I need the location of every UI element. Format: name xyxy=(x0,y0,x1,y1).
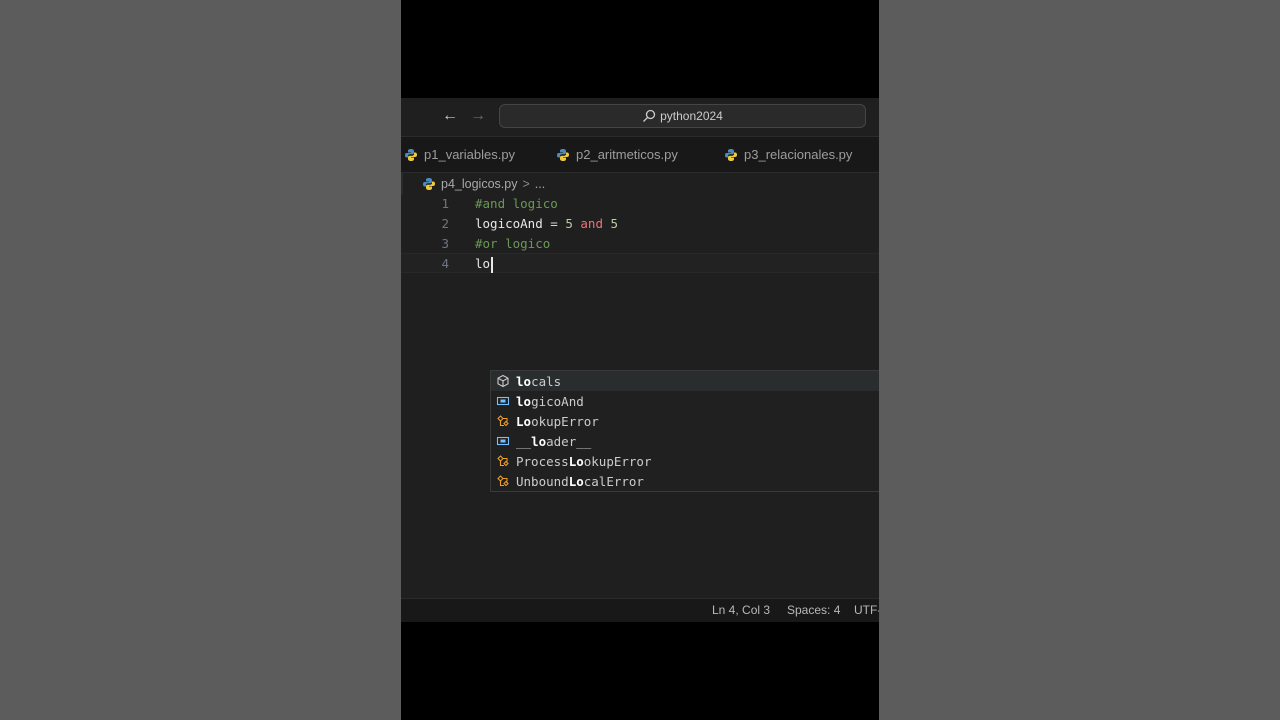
breadcrumb: p4_logicos.py > ... xyxy=(401,173,879,195)
python-icon xyxy=(405,148,417,161)
class-icon xyxy=(495,453,511,469)
python-icon xyxy=(557,148,569,161)
breadcrumb-file[interactable]: p4_logicos.py xyxy=(441,177,517,191)
tab-p1-variables[interactable]: p1_variables.py xyxy=(404,137,515,172)
suggestion-item[interactable]: Lo okupError xyxy=(491,411,879,431)
line-number: 4 xyxy=(441,256,449,271)
tab-p2-aritmeticos[interactable]: p2_aritmeticos.py xyxy=(556,137,678,172)
tab-bar: p1_variables.py p2_aritmeticos.py p3_rel… xyxy=(401,137,879,173)
suggestion-item[interactable]: Unbound Lo calError xyxy=(491,471,879,491)
line-number: 2 xyxy=(441,216,449,231)
number-token: 5 xyxy=(610,216,619,231)
identifier-token: logicoAnd xyxy=(475,216,543,231)
cursor-position[interactable]: Ln 4, Col 3 xyxy=(712,599,770,622)
suggestion-item[interactable]: __ lo ader__ xyxy=(491,431,879,451)
number-token: 5 xyxy=(565,216,573,231)
line-number: 3 xyxy=(441,236,449,251)
comment-token: #or logico xyxy=(475,236,551,251)
variable-icon xyxy=(495,393,511,409)
search-text: python2024 xyxy=(660,109,723,123)
breadcrumb-more[interactable]: ... xyxy=(535,177,545,191)
tab-label: p3_relacionales.py xyxy=(744,147,853,162)
breadcrumb-separator: > xyxy=(522,177,530,191)
tab-label: p2_aritmeticos.py xyxy=(576,147,678,162)
python-icon xyxy=(725,148,737,161)
command-center-search[interactable]: python2024 xyxy=(499,104,866,128)
typed-text: lo xyxy=(475,256,491,271)
suggestion-widget: lo cals lo gicoAnd Lo okupError __ lo ad… xyxy=(490,370,879,492)
back-arrow-icon[interactable]: ← xyxy=(440,106,460,126)
keyword-token: and xyxy=(580,216,603,231)
code-line-3: 3 #or logico xyxy=(401,234,879,254)
comment-token: #and logico xyxy=(475,196,558,211)
code-editor[interactable]: 1 #and logico 2 logicoAnd = 5 and 5 3 #o… xyxy=(401,195,879,598)
status-bar: Ln 4, Col 3 Spaces: 4 UTF- xyxy=(401,598,879,622)
code-line-1: 1 #and logico xyxy=(401,194,879,214)
class-icon xyxy=(495,473,511,489)
forward-arrow-icon[interactable]: → xyxy=(468,106,488,126)
title-bar: ← → python2024 xyxy=(401,98,879,137)
code-line-4: 4 lo xyxy=(401,253,879,273)
tab-p3-relacionales[interactable]: p3_relacionales.py xyxy=(724,137,852,172)
editor-window: ← → python2024 p1_variables.py p2_aritme… xyxy=(401,98,879,622)
code-line-2: 2 logicoAnd = 5 and 5 xyxy=(401,214,879,234)
background-right xyxy=(879,0,1280,720)
video-frame: ← → python2024 p1_variables.py p2_aritme… xyxy=(401,0,879,720)
tab-label: p1_variables.py xyxy=(424,147,516,162)
suggestion-item[interactable]: lo gicoAnd xyxy=(491,391,879,411)
suggestion-item[interactable]: lo cals xyxy=(491,371,879,391)
class-icon xyxy=(495,413,511,429)
indentation-setting[interactable]: Spaces: 4 xyxy=(787,599,840,622)
encoding-setting[interactable]: UTF- xyxy=(854,599,879,622)
module-icon xyxy=(495,373,511,389)
python-icon xyxy=(423,178,435,190)
suggestion-item[interactable]: Process Lo okupError xyxy=(491,451,879,471)
search-icon xyxy=(642,109,656,123)
background-left xyxy=(0,0,401,720)
variable-icon xyxy=(495,433,511,449)
operator-token: = xyxy=(550,216,558,231)
text-cursor xyxy=(491,256,493,273)
line-number: 1 xyxy=(441,196,449,211)
